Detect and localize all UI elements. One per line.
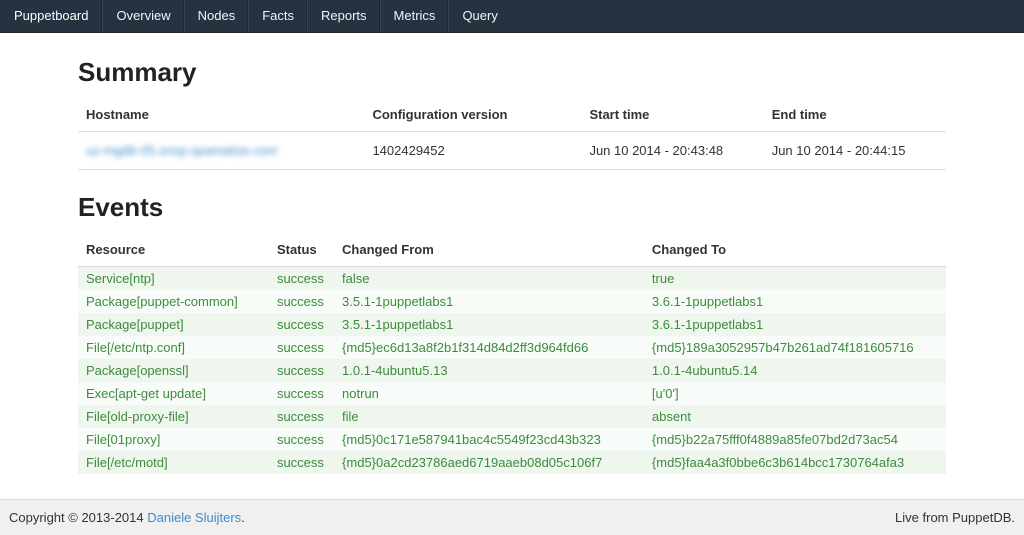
changed-to-cell: {md5}b22a75fff0f4889a85fe07bd2d73ac54 [644, 428, 946, 451]
changed-to-cell: {md5}faa4a3f0bbe6c3b614bcc1730764afa3 [644, 451, 946, 474]
top-navbar: Puppetboard Overview Nodes Facts Reports… [0, 0, 1024, 33]
status-cell: success [269, 359, 334, 382]
hostname-cell: uz-mgdb-05.onzp.spamalize.com [78, 132, 364, 170]
resource-cell: File[/etc/motd] [78, 451, 269, 474]
summary-title: Summary [78, 57, 946, 88]
puppetdb-status-text: Live from PuppetDB. [895, 510, 1015, 525]
resource-cell: File[01proxy] [78, 428, 269, 451]
event-row: Package[puppet-common] success 3.5.1-1pu… [78, 290, 946, 313]
changed-to-cell: true [644, 267, 946, 291]
event-row: File[01proxy] success {md5}0c171e587941b… [78, 428, 946, 451]
copyright-prefix: Copyright © 2013-2014 [9, 510, 147, 525]
changed-from-cell: 1.0.1-4ubuntu5.13 [334, 359, 644, 382]
main-content: Summary Hostname Configuration version S… [78, 33, 946, 474]
changed-to-cell: 3.6.1-1puppetlabs1 [644, 313, 946, 336]
summary-table: Hostname Configuration version Start tim… [78, 98, 946, 170]
nav-item-reports[interactable]: Reports [307, 0, 380, 32]
changed-from-cell: false [334, 267, 644, 291]
event-row: File[/etc/ntp.conf] success {md5}ec6d13a… [78, 336, 946, 359]
summary-header-row: Hostname Configuration version Start tim… [78, 98, 946, 132]
summary-col-end-time: End time [764, 98, 946, 132]
changed-to-cell: 3.6.1-1puppetlabs1 [644, 290, 946, 313]
resource-cell: Service[ntp] [78, 267, 269, 291]
resource-cell: Package[puppet] [78, 313, 269, 336]
resource-cell: Package[puppet-common] [78, 290, 269, 313]
copyright-suffix: . [241, 510, 245, 525]
events-header-row: Resource Status Changed From Changed To [78, 233, 946, 267]
resource-cell: Exec[apt-get update] [78, 382, 269, 405]
nav-item-query[interactable]: Query [448, 0, 510, 32]
hostname-link[interactable]: uz-mgdb-05.onzp.spamalize.com [86, 143, 277, 158]
event-row: Exec[apt-get update] success notrun [u'0… [78, 382, 946, 405]
events-col-changed-from: Changed From [334, 233, 644, 267]
status-cell: success [269, 336, 334, 359]
changed-to-cell: absent [644, 405, 946, 428]
events-table: Resource Status Changed From Changed To … [78, 233, 946, 474]
status-cell: success [269, 382, 334, 405]
summary-col-start-time: Start time [581, 98, 763, 132]
author-link[interactable]: Daniele Sluijters [147, 510, 241, 525]
events-section: Events Resource Status Changed From Chan… [78, 192, 946, 474]
end-time-cell: Jun 10 2014 - 20:44:15 [764, 132, 946, 170]
changed-from-cell: notrun [334, 382, 644, 405]
status-cell: success [269, 313, 334, 336]
changed-to-cell: 1.0.1-4ubuntu5.14 [644, 359, 946, 382]
resource-cell: File[old-proxy-file] [78, 405, 269, 428]
changed-from-cell: {md5}0c171e587941bac4c5549f23cd43b323 [334, 428, 644, 451]
nav-item-overview[interactable]: Overview [102, 0, 183, 32]
status-cell: success [269, 290, 334, 313]
event-row: Package[openssl] success 1.0.1-4ubuntu5.… [78, 359, 946, 382]
summary-col-hostname: Hostname [78, 98, 364, 132]
events-table-body: Service[ntp] success false true Package[… [78, 267, 946, 475]
status-cell: success [269, 267, 334, 291]
changed-from-cell: 3.5.1-1puppetlabs1 [334, 290, 644, 313]
summary-col-config-version: Configuration version [364, 98, 581, 132]
status-cell: success [269, 405, 334, 428]
changed-from-cell: {md5}ec6d13a8f2b1f314d84d2ff3d964fd66 [334, 336, 644, 359]
resource-cell: File[/etc/ntp.conf] [78, 336, 269, 359]
event-row: File[old-proxy-file] success file absent [78, 405, 946, 428]
summary-section: Summary Hostname Configuration version S… [78, 57, 946, 170]
nav-item-nodes[interactable]: Nodes [184, 0, 249, 32]
nav-item-facts[interactable]: Facts [248, 0, 307, 32]
nav-brand-puppetboard[interactable]: Puppetboard [0, 0, 102, 32]
event-row: File[/etc/motd] success {md5}0a2cd23786a… [78, 451, 946, 474]
events-col-status: Status [269, 233, 334, 267]
changed-from-cell: 3.5.1-1puppetlabs1 [334, 313, 644, 336]
events-col-changed-to: Changed To [644, 233, 946, 267]
nav-item-metrics[interactable]: Metrics [380, 0, 449, 32]
changed-to-cell: [u'0'] [644, 382, 946, 405]
event-row: Service[ntp] success false true [78, 267, 946, 291]
start-time-cell: Jun 10 2014 - 20:43:48 [581, 132, 763, 170]
events-col-resource: Resource [78, 233, 269, 267]
copyright-text: Copyright © 2013-2014 Daniele Sluijters. [9, 510, 245, 525]
status-cell: success [269, 451, 334, 474]
changed-from-cell: file [334, 405, 644, 428]
event-row: Package[puppet] success 3.5.1-1puppetlab… [78, 313, 946, 336]
config-version-cell: 1402429452 [364, 132, 581, 170]
events-title: Events [78, 192, 946, 223]
resource-cell: Package[openssl] [78, 359, 269, 382]
changed-to-cell: {md5}189a3052957b47b261ad74f181605716 [644, 336, 946, 359]
summary-row: uz-mgdb-05.onzp.spamalize.com 1402429452… [78, 132, 946, 170]
page-footer: Copyright © 2013-2014 Daniele Sluijters.… [0, 499, 1024, 535]
changed-from-cell: {md5}0a2cd23786aed6719aaeb08d05c106f7 [334, 451, 644, 474]
status-cell: success [269, 428, 334, 451]
